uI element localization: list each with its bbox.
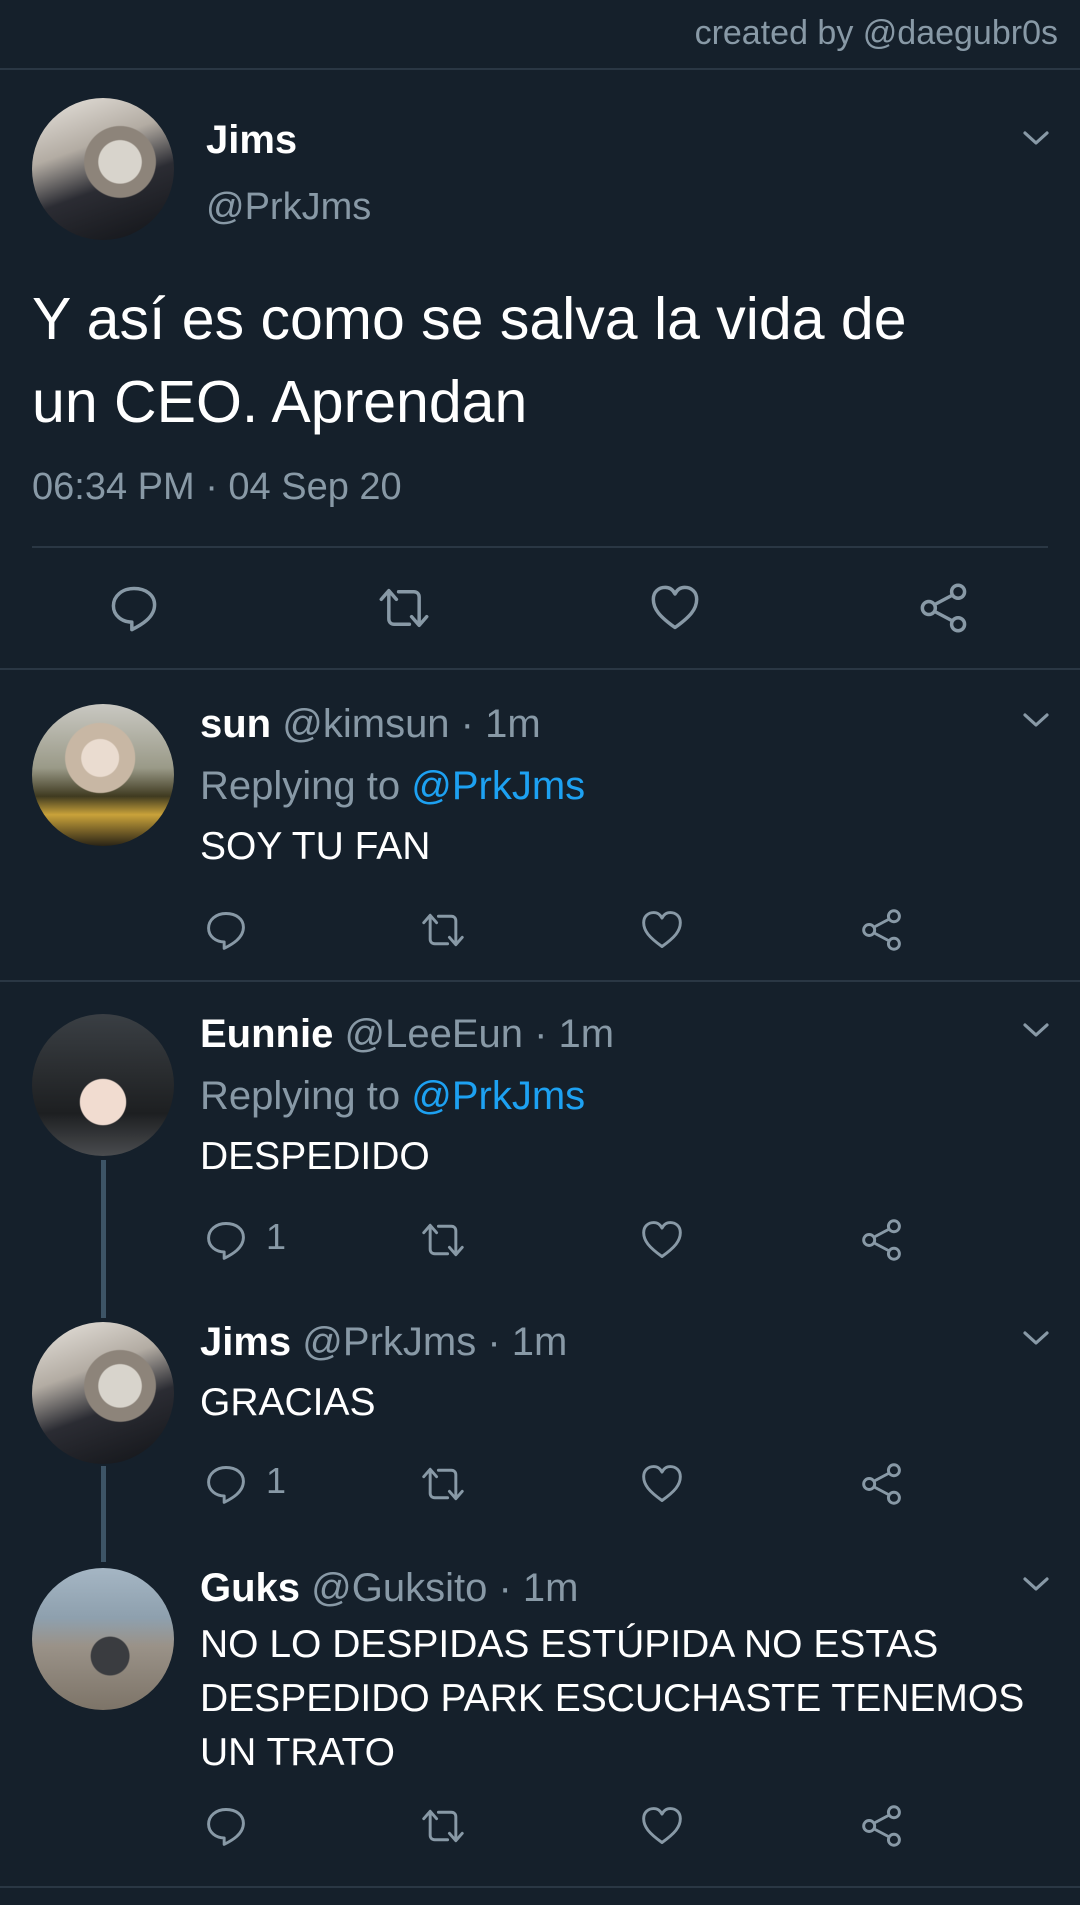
tweet-text: Y así es como se salva la vida de un CEO… bbox=[32, 278, 1042, 444]
mention-link[interactable]: @PrkJms bbox=[411, 764, 585, 808]
reply-text: DESPEDIDO bbox=[200, 1135, 430, 1178]
top-bar: created by @daegubr0s bbox=[0, 0, 1080, 70]
heart-icon[interactable] bbox=[640, 1218, 684, 1262]
share-icon[interactable] bbox=[860, 1804, 904, 1848]
chevron-down-icon[interactable] bbox=[1022, 1016, 1050, 1044]
reply-icon[interactable] bbox=[204, 1218, 248, 1262]
retweet-icon[interactable] bbox=[418, 1804, 468, 1848]
replying-to: Replying to @PrkJms bbox=[200, 764, 585, 809]
tweet-text-line: Y así es como se salva la vida de bbox=[32, 286, 907, 352]
author-name[interactable]: Jims bbox=[200, 1320, 291, 1364]
reply-tweet[interactable]: Jims @PrkJms · 1m GRACIAS 1 bbox=[0, 1292, 1080, 1552]
reply-text-line: NO LO DESPIDAS ESTÚPIDA NO ESTAS bbox=[200, 1623, 939, 1666]
share-icon[interactable] bbox=[860, 1462, 904, 1506]
reply-text: NO LO DESPIDAS ESTÚPIDA NO ESTAS DESPEDI… bbox=[200, 1618, 1060, 1780]
avatar[interactable] bbox=[32, 98, 174, 240]
divider bbox=[32, 546, 1048, 548]
avatar[interactable] bbox=[32, 1568, 174, 1710]
author-handle-time: @Guksito · 1m bbox=[311, 1566, 579, 1610]
reply-count: 1 bbox=[266, 1216, 287, 1257]
retweet-icon[interactable] bbox=[418, 1462, 468, 1506]
author-name[interactable]: Guks bbox=[200, 1566, 300, 1610]
divider bbox=[0, 1886, 1080, 1888]
author-handle-time: @kimsun · 1m bbox=[282, 702, 541, 746]
reply-header: Guks @Guksito · 1m bbox=[200, 1566, 579, 1611]
retweet-icon[interactable] bbox=[418, 908, 468, 952]
heart-icon[interactable] bbox=[640, 908, 684, 952]
retweet-icon[interactable] bbox=[418, 1218, 468, 1262]
author-name[interactable]: Jims bbox=[206, 118, 297, 163]
heart-icon[interactable] bbox=[649, 582, 701, 634]
heart-icon[interactable] bbox=[640, 1462, 684, 1506]
author-handle-time: @LeeEun · 1m bbox=[344, 1012, 615, 1056]
author-name[interactable]: sun bbox=[200, 702, 271, 746]
reply-header: Eunnie @LeeEun · 1m bbox=[200, 1012, 614, 1057]
author-handle[interactable]: @PrkJms bbox=[206, 186, 371, 229]
main-tweet: Jims @PrkJms Y así es como se salva la v… bbox=[0, 70, 1080, 670]
reply-tweet[interactable]: sun @kimsun · 1m Replying to @PrkJms SOY… bbox=[0, 670, 1080, 980]
retweet-icon[interactable] bbox=[374, 582, 434, 634]
tweet-timestamp[interactable]: 06:34 PM · 04 Sep 20 bbox=[32, 466, 402, 509]
chevron-down-icon[interactable] bbox=[1022, 1324, 1050, 1352]
chevron-down-icon[interactable] bbox=[1022, 1570, 1050, 1598]
reply-icon[interactable] bbox=[204, 1804, 248, 1848]
replying-to: Replying to @PrkJms bbox=[200, 1074, 585, 1119]
tweet-text-line: un CEO. Aprendan bbox=[32, 369, 528, 435]
share-icon[interactable] bbox=[918, 582, 970, 634]
reply-header: Jims @PrkJms · 1m bbox=[200, 1320, 567, 1365]
reply-icon[interactable] bbox=[204, 1462, 248, 1506]
author-handle-time: @PrkJms · 1m bbox=[302, 1320, 568, 1364]
credit-text: created by @daegubr0s bbox=[694, 14, 1058, 52]
reply-text-line: UN TRATO bbox=[200, 1731, 396, 1774]
reply-text: GRACIAS bbox=[200, 1381, 376, 1424]
share-icon[interactable] bbox=[860, 908, 904, 952]
reply-tweet[interactable]: Eunnie @LeeEun · 1m Replying to @PrkJms … bbox=[0, 982, 1080, 1282]
reply-count: 1 bbox=[266, 1460, 287, 1501]
chevron-down-icon[interactable] bbox=[1022, 706, 1050, 734]
reply-icon[interactable] bbox=[108, 582, 160, 634]
avatar[interactable] bbox=[32, 704, 174, 846]
heart-icon[interactable] bbox=[640, 1804, 684, 1848]
share-icon[interactable] bbox=[860, 1218, 904, 1262]
reply-text-line: DESPEDIDO PARK ESCUCHASTE TENEMOS bbox=[200, 1677, 1025, 1720]
chevron-down-icon[interactable] bbox=[1022, 124, 1050, 152]
avatar[interactable] bbox=[32, 1322, 174, 1464]
reply-text: SOY TU FAN bbox=[200, 825, 431, 868]
avatar[interactable] bbox=[32, 1014, 174, 1156]
replying-label: Replying to bbox=[200, 764, 412, 808]
reply-tweet[interactable]: Guks @Guksito · 1m NO LO DESPIDAS ESTÚPI… bbox=[0, 1538, 1080, 1888]
mention-link[interactable]: @PrkJms bbox=[411, 1074, 585, 1118]
replying-label: Replying to bbox=[200, 1074, 412, 1118]
reply-icon[interactable] bbox=[204, 908, 248, 952]
reply-header: sun @kimsun · 1m bbox=[200, 702, 541, 747]
author-name[interactable]: Eunnie bbox=[200, 1012, 333, 1056]
